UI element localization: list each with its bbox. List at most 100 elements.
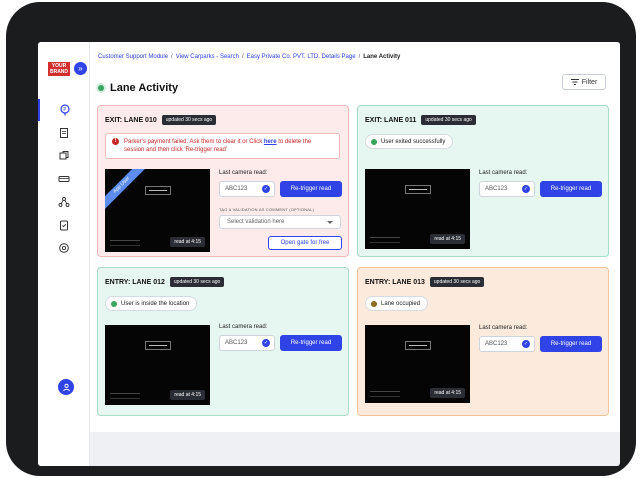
sidebar-item-reports[interactable] [38, 214, 90, 236]
clipboard-icon [60, 220, 68, 231]
warning-dot-icon [371, 300, 377, 307]
sidebar-item-cards[interactable] [38, 168, 90, 190]
camera-image-detail [144, 185, 171, 195]
breadcrumb-separator: / [358, 54, 361, 60]
chevron-down-icon [327, 221, 333, 224]
breadcrumb-item[interactable]: Easy Private Co. PVT. LTD. Details Page [247, 54, 356, 60]
lane-card-entry-013: ENTRY: LANE 013 updated 30 secs ago Lane… [357, 267, 609, 416]
svg-text:P: P [63, 107, 66, 113]
check-icon: ✓ [522, 340, 530, 348]
brand-logo[interactable]: YOUR BRAND [48, 62, 70, 76]
check-icon: ✓ [262, 339, 270, 347]
app-screen: YOUR BRAND » P Customer Support Module /… [38, 42, 620, 466]
status-text: User exited successfully [381, 138, 446, 145]
retrigger-read-button[interactable]: Re-trigger read [280, 181, 342, 197]
read-time-badge: read at 4:15 [430, 388, 465, 398]
plate-value: ABC123 [225, 340, 248, 346]
lane-name: ENTRY: LANE 012 [105, 278, 165, 286]
camera-read-label: Last camera read: [479, 170, 528, 176]
lane-name: ENTRY: LANE 013 [365, 278, 425, 286]
filter-icon [570, 79, 579, 85]
camera-image-detail [370, 237, 400, 243]
check-icon: ✓ [522, 185, 530, 193]
sidebar: YOUR BRAND » P [38, 42, 90, 466]
tablet-frame: YOUR BRAND » P Customer Support Module /… [6, 2, 636, 476]
open-gate-button[interactable]: Open gate for free [268, 236, 342, 250]
lane-card-entry-012: ENTRY: LANE 012 updated 30 secs ago User… [97, 267, 349, 416]
sidebar-item-parking[interactable]: P [38, 99, 90, 121]
plate-field[interactable]: ABC123 ✓ [479, 336, 535, 352]
sidebar-item-documents[interactable] [38, 122, 90, 144]
breadcrumb-separator: / [171, 54, 173, 60]
lane-card-exit-010: EXIT: LANE 010 updated 30 secs ago ! Par… [97, 105, 349, 257]
live-status-dot [98, 85, 104, 91]
breadcrumb-item[interactable]: Customer Support Module [98, 54, 168, 60]
status-pill: User exited successfully [365, 134, 454, 149]
plate-value: ABC123 [485, 341, 508, 347]
parking-icon: P [60, 104, 70, 116]
updated-badge: updated 30 secs ago [421, 115, 476, 125]
sidebar-item-payments[interactable] [38, 145, 90, 167]
status-pill: User is inside the location [105, 296, 198, 311]
network-icon [58, 197, 70, 207]
filter-button[interactable]: Filter [562, 74, 606, 90]
success-dot-icon [371, 138, 377, 145]
delete-session-link[interactable]: here [264, 139, 277, 145]
validation-label: TAG A VALIDATION AS COMMENT (OPTIONAL) [219, 207, 315, 212]
updated-badge: updated 30 secs ago [169, 277, 225, 287]
camera-image-detail [404, 185, 431, 194]
lane-title: EXIT: LANE 010 updated 30 secs ago [105, 115, 217, 125]
lane-name: EXIT: LANE 010 [105, 116, 157, 124]
lane-title: ENTRY: LANE 012 updated 30 secs ago [105, 277, 225, 287]
success-dot-icon [111, 300, 117, 307]
alert-text: Parker's payment failed. Ask them to cle… [124, 139, 264, 145]
retrigger-read-button[interactable]: Re-trigger read [540, 336, 602, 352]
app-user-ribbon: App User [105, 169, 148, 211]
breadcrumb-current: Lane Activity [363, 54, 401, 60]
retrigger-read-button[interactable]: Re-trigger read [540, 181, 602, 197]
plate-value: ABC123 [225, 186, 248, 192]
camera-image-detail [370, 391, 400, 397]
user-icon [62, 383, 70, 391]
status-text: Lane occupied [381, 300, 421, 307]
read-time-badge: read at 4:15 [430, 234, 465, 244]
page-title-text: Lane Activity [110, 82, 179, 94]
error-icon: ! [112, 138, 119, 145]
camera-read-label: Last camera read: [219, 324, 268, 330]
breadcrumb-item[interactable]: View Carparks - Search [176, 54, 239, 60]
read-time-badge: read at 4:15 [170, 237, 205, 247]
camera-image-detail [110, 393, 140, 399]
plate-field[interactable]: ABC123 ✓ [219, 335, 275, 351]
camera-feed: read at 4:15 [105, 325, 210, 405]
camera-feed: read at 4:15 [365, 169, 470, 249]
camera-feed: read at 4:15 [365, 325, 470, 403]
cards-icon [58, 176, 70, 182]
money-icon [59, 151, 69, 160]
plate-field[interactable]: ABC123 ✓ [479, 181, 535, 197]
filter-label: Filter [581, 78, 598, 86]
sidebar-toggle-button[interactable]: » [74, 62, 87, 75]
retrigger-read-button[interactable]: Re-trigger read [280, 335, 342, 351]
camera-read-label: Last camera read: [479, 325, 528, 331]
camera-read-label: Last camera read: [219, 170, 268, 176]
logo-line-2: BRAND [49, 69, 69, 75]
lane-card-exit-011: EXIT: LANE 011 updated 30 secs ago User … [357, 105, 609, 257]
payment-failed-alert: ! Parker's payment failed. Ask them to c… [105, 133, 340, 159]
lane-title: ENTRY: LANE 013 updated 30 secs ago [365, 277, 485, 287]
user-avatar[interactable] [58, 379, 74, 395]
status-pill: Lane occupied [365, 296, 429, 311]
lane-name: EXIT: LANE 011 [365, 116, 417, 124]
read-time-badge: read at 4:15 [170, 390, 205, 400]
plate-value: ABC123 [485, 186, 508, 192]
validation-select[interactable]: Select validation here [219, 215, 341, 229]
page-title: Lane Activity [98, 82, 178, 94]
check-icon: ✓ [262, 185, 270, 193]
camera-image-detail [404, 340, 431, 350]
sidebar-item-settings[interactable] [38, 237, 90, 259]
updated-badge: updated 30 secs ago [161, 115, 217, 125]
sidebar-item-network[interactable] [38, 191, 90, 213]
breadcrumb: Customer Support Module / View Carparks - … [98, 54, 400, 60]
plate-field[interactable]: ABC123 ✓ [219, 181, 275, 197]
document-icon [60, 128, 68, 138]
lane-title: EXIT: LANE 011 updated 30 secs ago [365, 115, 476, 125]
